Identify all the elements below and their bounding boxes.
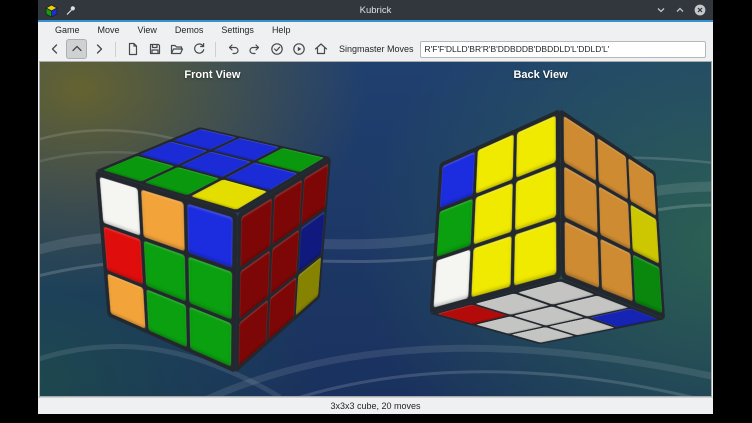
- close-button[interactable]: [694, 4, 706, 16]
- new-puzzle-button[interactable]: [122, 39, 143, 59]
- undo-icon: [225, 41, 241, 57]
- restart-button[interactable]: [188, 39, 209, 59]
- menubar: Game Move View Demos Settings Help: [38, 22, 713, 37]
- menu-game[interactable]: Game: [46, 25, 89, 35]
- chevron-right-icon: [91, 41, 107, 57]
- titlebar[interactable]: Kubrick: [38, 0, 713, 20]
- singmaster-moves-input[interactable]: [420, 41, 706, 58]
- menu-demos[interactable]: Demos: [166, 25, 213, 35]
- cube-sticker-yellow: [474, 183, 513, 244]
- front-view-cube-scene: [136, 159, 296, 319]
- menu-view[interactable]: View: [129, 25, 166, 35]
- chevron-left-icon: [47, 41, 63, 57]
- minimize-button[interactable]: [656, 5, 666, 15]
- toolbar-separator: [215, 42, 216, 57]
- go-up-button[interactable]: [66, 39, 87, 59]
- menu-move[interactable]: Move: [89, 25, 129, 35]
- home-button[interactable]: [310, 39, 331, 59]
- cube-sticker-green: [437, 199, 473, 257]
- status-text: 3x3x3 cube, 20 moves: [330, 401, 420, 411]
- cube-sticker-yellow: [514, 221, 557, 286]
- singmaster-moves-label: Singmaster Moves: [339, 44, 414, 54]
- undo-button[interactable]: [222, 39, 243, 59]
- toolbar: Singmaster Moves: [38, 37, 713, 61]
- save-button[interactable]: [144, 39, 165, 59]
- home-icon: [313, 41, 329, 57]
- pin-icon[interactable]: [65, 5, 76, 16]
- check-circle-icon: [269, 41, 285, 57]
- menu-help[interactable]: Help: [263, 25, 300, 35]
- go-next-button[interactable]: [88, 39, 109, 59]
- play-button[interactable]: [288, 39, 309, 59]
- back-view-label: Back View: [513, 69, 567, 81]
- back-view-cube-scene: [469, 159, 629, 319]
- reload-icon: [191, 41, 207, 57]
- cube-viewport[interactable]: Front View Back View: [39, 61, 712, 397]
- statusbar: 3x3x3 cube, 20 moves: [38, 397, 713, 414]
- go-previous-button[interactable]: [44, 39, 65, 59]
- maximize-button[interactable]: [675, 5, 685, 15]
- play-circle-icon: [291, 41, 307, 57]
- save-floppy-icon: [147, 41, 163, 57]
- window-title: Kubrick: [38, 5, 713, 16]
- cube-sticker-yellow: [515, 166, 556, 230]
- cube-sticker-white: [433, 249, 470, 307]
- solve-button[interactable]: [266, 39, 287, 59]
- open-folder-icon: [169, 41, 185, 57]
- kubrick-app-icon: [45, 4, 58, 17]
- front-view-cube[interactable]: [152, 147, 289, 332]
- front-view-label: Front View: [184, 69, 240, 81]
- chevron-up-icon: [69, 41, 85, 57]
- redo-button[interactable]: [244, 39, 265, 59]
- new-document-icon: [125, 41, 141, 57]
- menu-settings[interactable]: Settings: [212, 25, 263, 35]
- redo-icon: [247, 41, 263, 57]
- cube-sticker-yellow: [472, 236, 512, 298]
- toolbar-separator: [115, 42, 116, 57]
- kubrick-window: Kubrick Game Move View Demos Settings He…: [38, 0, 713, 413]
- open-button[interactable]: [166, 39, 187, 59]
- back-view-cube[interactable]: [489, 143, 618, 330]
